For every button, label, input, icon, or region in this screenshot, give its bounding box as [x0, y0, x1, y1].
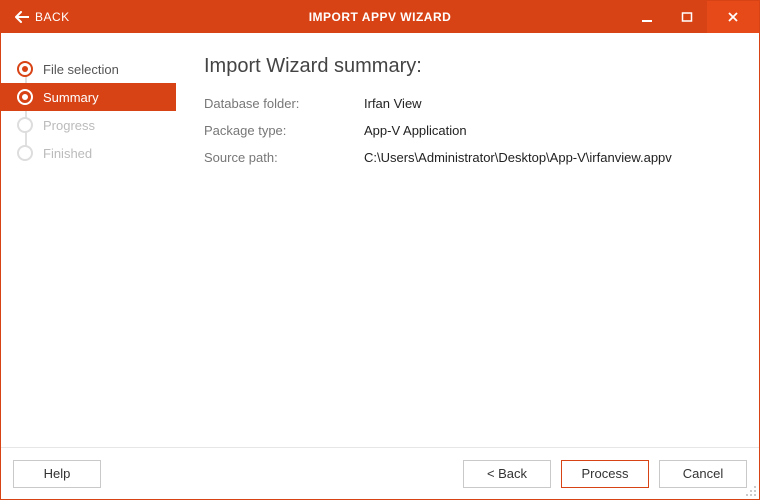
back-nav-button[interactable]: < Back [463, 460, 551, 488]
footer-bar: Help < Back Process Cancel [1, 447, 759, 499]
summary-value: App-V Application [364, 123, 467, 138]
step-file-selection[interactable]: File selection [1, 55, 176, 83]
cancel-button[interactable]: Cancel [659, 460, 747, 488]
back-arrow-icon [15, 11, 29, 23]
step-label: File selection [43, 62, 119, 77]
summary-value: Irfan View [364, 96, 422, 111]
maximize-button[interactable] [667, 1, 707, 33]
help-button[interactable]: Help [13, 460, 101, 488]
step-summary[interactable]: Summary [1, 83, 176, 111]
summary-row-database-folder: Database folder: Irfan View [204, 96, 731, 111]
content-area: File selection Summary Progress Finished… [1, 33, 759, 447]
window-controls [627, 1, 759, 33]
back-button[interactable]: BACK [1, 1, 84, 33]
summary-key: Source path: [204, 150, 364, 165]
step-marker-icon [17, 89, 33, 105]
step-label: Finished [43, 146, 92, 161]
back-label: BACK [35, 10, 70, 24]
page-heading: Import Wizard summary: [204, 55, 731, 78]
step-label: Summary [43, 90, 99, 105]
minimize-button[interactable] [627, 1, 667, 33]
wizard-steps-sidebar: File selection Summary Progress Finished [1, 33, 176, 447]
process-button[interactable]: Process [561, 460, 649, 488]
summary-value: C:\Users\Administrator\Desktop\App-V\irf… [364, 150, 672, 165]
step-list: File selection Summary Progress Finished [1, 55, 176, 167]
step-marker-icon [17, 145, 33, 161]
step-marker-icon [17, 61, 33, 77]
summary-row-package-type: Package type: App-V Application [204, 123, 731, 138]
main-panel: Import Wizard summary: Database folder: … [176, 33, 759, 447]
step-label: Progress [43, 118, 95, 133]
summary-key: Package type: [204, 123, 364, 138]
wizard-window: BACK IMPORT APPV WIZARD File selection [0, 0, 760, 500]
titlebar: BACK IMPORT APPV WIZARD [1, 1, 759, 33]
step-marker-icon [17, 117, 33, 133]
close-button[interactable] [707, 1, 759, 33]
summary-row-source-path: Source path: C:\Users\Administrator\Desk… [204, 150, 731, 165]
step-finished: Finished [1, 139, 176, 167]
step-progress: Progress [1, 111, 176, 139]
summary-key: Database folder: [204, 96, 364, 111]
